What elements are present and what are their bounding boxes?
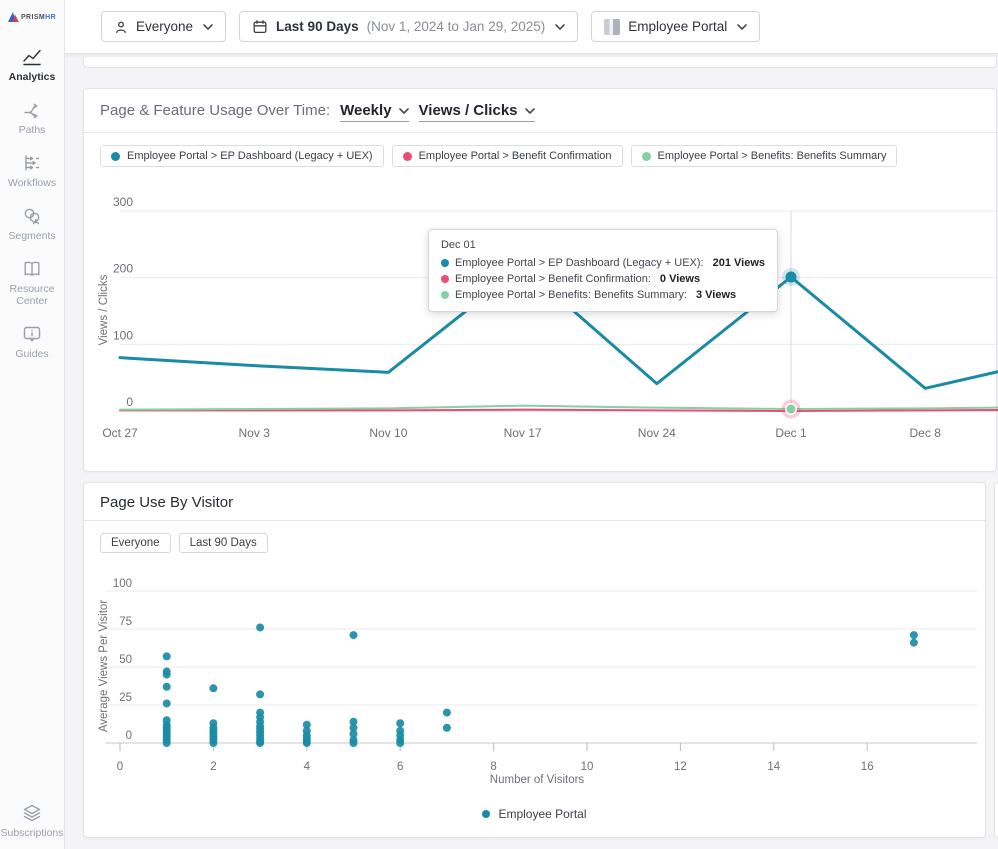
svg-text:75: 75 (119, 616, 132, 628)
svg-text:8: 8 (490, 761, 496, 773)
sidebar-item-subscriptions[interactable]: Subscriptions (0, 802, 64, 839)
svg-text:0: 0 (126, 395, 133, 409)
tooltip-row: Employee Portal > Benefit Confirmation: … (441, 273, 765, 285)
paths-icon (21, 99, 43, 121)
visitor-filter-last-90-days[interactable]: Last 90 Days (179, 533, 268, 553)
scroll-content[interactable]: Page & Feature Usage Over Time: Weekly V… (65, 54, 998, 849)
calendar-icon (252, 19, 268, 35)
sidebar-item-segments[interactable]: Segments (0, 205, 64, 242)
svg-text:2: 2 (210, 761, 216, 773)
app-icon (604, 19, 620, 35)
tooltip-date: Dec 01 (441, 239, 765, 251)
brand-logo[interactable]: PRISMHR (8, 12, 56, 22)
legend-item-benefits-summary[interactable]: Employee Portal > Benefits: Benefits Sum… (631, 145, 898, 167)
usage-chart-legend: Employee Portal > EP Dashboard (Legacy +… (100, 145, 897, 167)
open-book-icon (21, 258, 43, 280)
cutoff-card-bottom (83, 57, 997, 68)
sidebar: PRISMHR Analytics Paths (0, 0, 65, 849)
visitor-filter-everyone[interactable]: Everyone (100, 533, 171, 553)
svg-text:Nov 3: Nov 3 (239, 426, 271, 440)
sidebar-item-workflows[interactable]: Workflows (0, 152, 64, 189)
svg-text:12: 12 (674, 761, 687, 773)
legend-item-ep-dashboard[interactable]: Employee Portal > EP Dashboard (Legacy +… (100, 145, 384, 167)
app-filter-dropdown[interactable]: Employee Portal (591, 11, 760, 42)
tooltip-dot-teal (441, 259, 449, 267)
brand-name: PRISMHR (21, 14, 56, 21)
svg-text:Number of Visitors: Number of Visitors (490, 774, 585, 786)
page-use-by-visitor-card: Page Use By Visitor Everyone Last 90 Day… (83, 482, 986, 838)
chevron-down-icon (555, 24, 565, 30)
analytics-dashboard: PRISMHR Analytics Paths (0, 0, 998, 849)
svg-text:14: 14 (767, 761, 780, 773)
svg-text:10: 10 (581, 761, 594, 773)
svg-text:6: 6 (397, 761, 403, 773)
usage-y-axis-title: Views / Clicks (98, 250, 110, 370)
tooltip-bubble-icon (21, 323, 43, 345)
workflows-icon (21, 152, 43, 174)
segment-filter-dropdown[interactable]: Everyone (101, 11, 226, 42)
sidebar-item-analytics[interactable]: Analytics (0, 46, 64, 83)
segments-icon (21, 205, 43, 227)
chevron-down-icon (737, 24, 747, 30)
svg-text:0: 0 (126, 730, 132, 742)
sidebar-item-guides[interactable]: Guides (0, 323, 64, 360)
legend-item-benefit-confirmation[interactable]: Employee Portal > Benefit Confirmation (392, 145, 623, 167)
svg-text:100: 100 (113, 328, 133, 342)
svg-text:100: 100 (113, 578, 132, 590)
svg-text:Nov 10: Nov 10 (369, 426, 407, 440)
svg-text:0: 0 (117, 761, 123, 773)
layers-icon (21, 802, 43, 824)
tooltip-dot-green (441, 291, 449, 299)
tooltip-row: Employee Portal > Benefits: Benefits Sum… (441, 289, 765, 301)
person-icon (114, 20, 128, 34)
chart-tooltip: Dec 01 Employee Portal > EP Dashboard (L… (428, 229, 778, 312)
visitor-y-axis-title: Average Views Per Visitor (98, 586, 110, 746)
adjacent-card-sliver (994, 482, 998, 838)
legend-dot-green (642, 152, 651, 161)
sidebar-item-resource-center[interactable]: Resource Center (0, 258, 64, 307)
visitor-card-filters: Everyone Last 90 Days (100, 533, 268, 553)
visitor-chart-legend[interactable]: Employee Portal (84, 807, 985, 821)
sidebar-nav: Analytics Paths (0, 46, 64, 849)
sidebar-item-paths[interactable]: Paths (0, 99, 64, 136)
chevron-down-icon (203, 24, 213, 30)
svg-text:25: 25 (119, 692, 132, 704)
tooltip-row: Employee Portal > EP Dashboard (Legacy +… (441, 257, 765, 269)
main-area: Everyone Last 90 Days (Nov 1, 2024 to Ja… (65, 0, 998, 849)
svg-text:16: 16 (861, 761, 874, 773)
filter-toolbar: Everyone Last 90 Days (Nov 1, 2024 to Ja… (65, 0, 998, 54)
tooltip-dot-pink (441, 275, 449, 283)
svg-text:Dec 8: Dec 8 (910, 426, 942, 440)
svg-text:Nov 24: Nov 24 (638, 426, 676, 440)
svg-text:200: 200 (113, 262, 133, 276)
svg-text:Dec 1: Dec 1 (775, 426, 807, 440)
date-range-dropdown[interactable]: Last 90 Days (Nov 1, 2024 to Jan 29, 202… (239, 11, 578, 42)
svg-text:Nov 17: Nov 17 (504, 426, 542, 440)
legend-dot-teal (111, 152, 120, 161)
line-chart-icon (21, 46, 43, 68)
svg-text:300: 300 (113, 195, 133, 209)
logo-triangle-icon (8, 12, 19, 22)
svg-text:4: 4 (304, 761, 311, 773)
svg-text:Oct 27: Oct 27 (102, 426, 138, 440)
legend-dot-teal (482, 810, 490, 818)
legend-dot-pink (403, 152, 412, 161)
svg-text:50: 50 (119, 654, 132, 666)
usage-over-time-card: Page & Feature Usage Over Time: Weekly V… (83, 88, 997, 472)
